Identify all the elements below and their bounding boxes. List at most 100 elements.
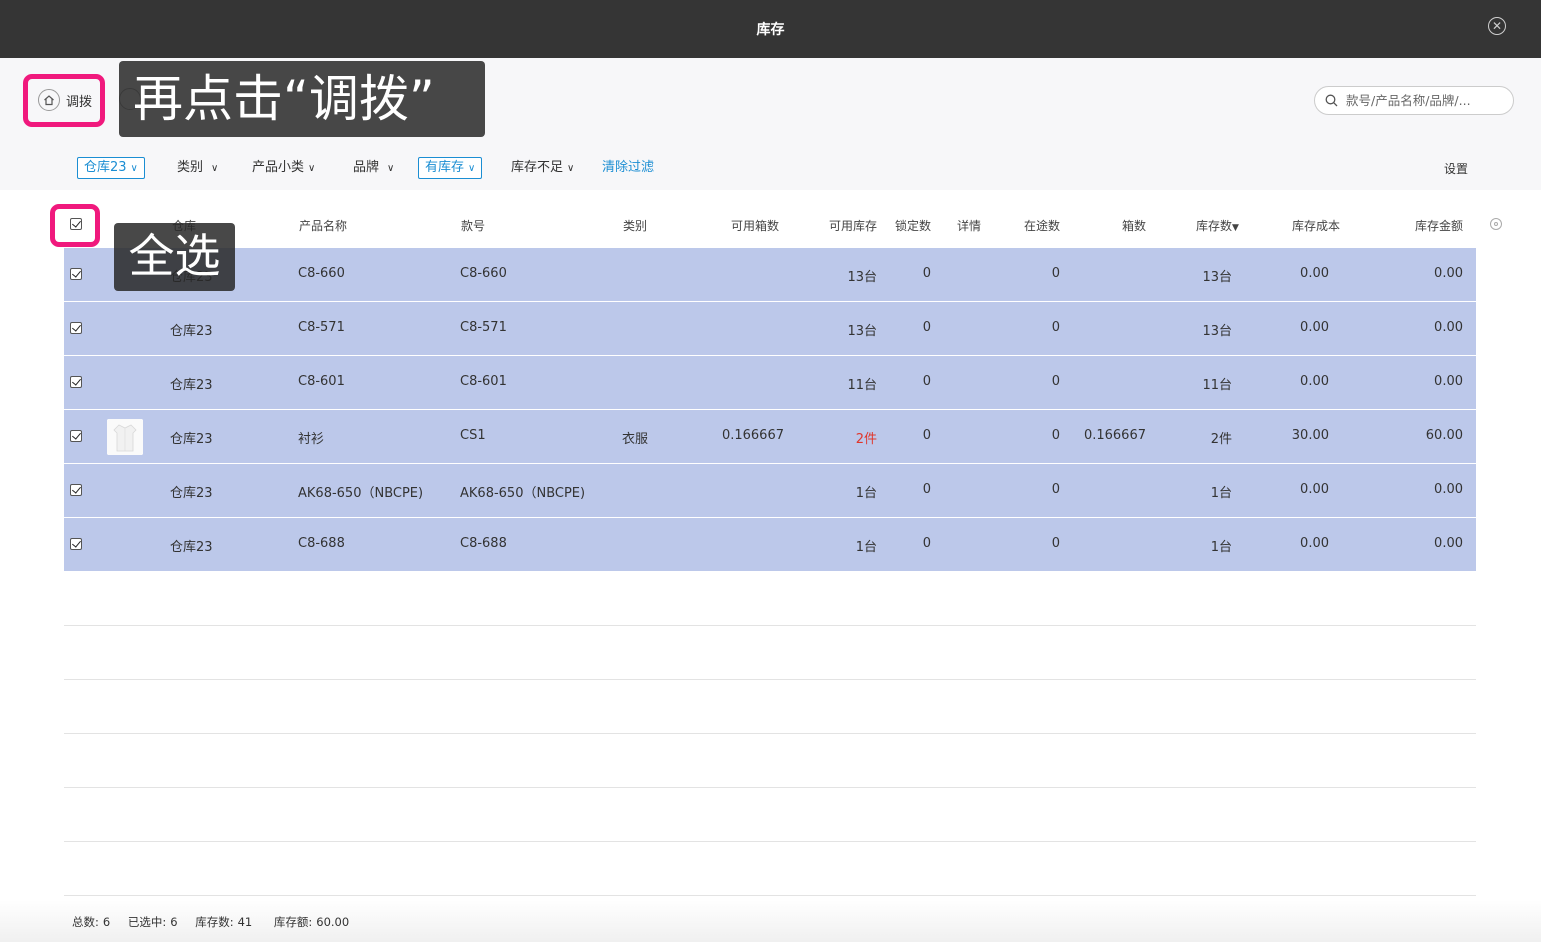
table-row[interactable]: 仓库23 C8-601 C8-601 11台 0 0 11台 0.00 0.00 (64, 356, 1476, 410)
filter-low-stock[interactable]: 库存不足 ∨ (511, 158, 574, 178)
cell-locked: 0 (922, 266, 931, 281)
cell-locked: 0 (922, 536, 931, 551)
empty-row (64, 842, 1476, 896)
close-circle-icon[interactable]: ✕ (1488, 17, 1506, 35)
cell-stock-qty: 13台 (1202, 324, 1232, 339)
chevron-down-icon: ∨ (468, 163, 476, 174)
cell-warehouse: 仓库23 (170, 378, 213, 393)
col-details[interactable]: 详情 (957, 217, 981, 234)
cell-available-stock: 11台 (847, 378, 877, 393)
clear-filters-link[interactable]: 清除过滤 (602, 158, 654, 178)
cell-stock-qty: 1台 (1210, 486, 1232, 501)
cell-sku: C8-601 (460, 374, 507, 389)
table-row[interactable]: 仓库23C8-660C8-66013台0013台0.000.00 (64, 248, 1476, 302)
search-input[interactable] (1344, 92, 1508, 109)
empty-row (64, 680, 1476, 734)
col-boxes[interactable]: 箱数 (1122, 217, 1146, 234)
chevron-down-icon: ∨ (387, 163, 395, 174)
col-category[interactable]: 类别 (623, 217, 647, 234)
selected-value: 6 (170, 915, 178, 929)
filter-category[interactable]: 类别 ∨ (177, 158, 218, 178)
cell-locked: 0 (922, 428, 931, 443)
cell-sku: CS1 (460, 428, 486, 443)
cell-warehouse: 仓库23 (170, 540, 213, 555)
cell-product-name: C8-660 (298, 266, 345, 281)
cell-sku: C8-660 (460, 266, 507, 281)
tooltip-select-all: 全选 (114, 223, 235, 291)
col-product-name[interactable]: 产品名称 (299, 217, 347, 234)
cell-stock-cost: 0.00 (1300, 320, 1329, 335)
highlight-transfer (23, 74, 105, 127)
cell-stock-amount: 0.00 (1434, 374, 1463, 389)
cell-boxes: 0.166667 (1083, 428, 1146, 443)
cell-stock-cost: 0.00 (1300, 536, 1329, 551)
cell-available-stock: 2件 (855, 432, 877, 447)
cell-available-stock: 1台 (855, 540, 877, 555)
cell-product-name: C8-688 (298, 536, 345, 551)
cell-available-stock: 13台 (847, 270, 877, 285)
total-value: 6 (102, 915, 111, 929)
table-row[interactable]: 仓库23 C8-571 C8-571 13台 0 0 13台 0.00 0.00 (64, 302, 1476, 356)
footer-bar: 总数: 6 已选中: 6 库存数: 41 库存额: 60.00 (0, 900, 1541, 942)
row-checkbox[interactable] (70, 538, 82, 550)
table-row[interactable]: 仓库23 衬衫 CS1 衣服 0.166667 2件 0 0 0.166667 2件 30.00 60… (64, 410, 1476, 464)
cell-in-transit: 0 (1051, 374, 1060, 389)
cell-category: 衣服 (622, 432, 649, 447)
stock-label: 库存数: (195, 915, 234, 929)
filter-warehouse-label: 仓库23 (84, 160, 127, 175)
cell-stock-qty: 13台 (1202, 270, 1232, 285)
col-sku[interactable]: 款号 (461, 217, 485, 234)
row-checkbox[interactable] (70, 376, 82, 388)
col-stock-qty-label: 库存数 (1196, 219, 1233, 233)
selected-label: 已选中: (127, 915, 167, 929)
empty-row (64, 572, 1476, 626)
filter-low-stock-label: 库存不足 (511, 160, 564, 175)
cell-stock-qty: 2件 (1210, 432, 1232, 447)
filter-category-label: 类别 (177, 160, 204, 175)
title-bar: 库存 ✕ (0, 0, 1541, 58)
cell-available-stock: 13台 (847, 324, 877, 339)
search-box[interactable] (1314, 86, 1514, 115)
col-in-transit[interactable]: 在途数 (1024, 217, 1060, 234)
filter-in-stock[interactable]: 有库存 ∨ (418, 157, 483, 179)
filter-subcategory-label: 产品小类 (252, 160, 305, 175)
cell-stock-amount: 0.00 (1434, 536, 1463, 551)
sort-desc-icon: ▼ (1232, 223, 1239, 233)
filter-brand[interactable]: 品牌 ∨ (353, 158, 394, 178)
col-available-boxes[interactable]: 可用箱数 (731, 217, 779, 234)
row-checkbox[interactable] (70, 430, 82, 442)
row-checkbox[interactable] (70, 268, 82, 280)
cell-warehouse: 仓库23 (170, 432, 213, 447)
cell-locked: 0 (922, 374, 931, 389)
cell-stock-amount: 60.00 (1425, 428, 1463, 443)
col-stock-qty[interactable]: 库存数▼ (1196, 217, 1239, 234)
row-checkbox[interactable] (70, 484, 82, 496)
tooltip-transfer: 再点击“调拨” (119, 61, 485, 137)
stock-value: 41 (237, 915, 253, 929)
gear-icon[interactable] (1490, 218, 1502, 230)
filter-brand-label: 品牌 (353, 160, 380, 175)
product-thumbnail[interactable] (107, 419, 143, 455)
cell-in-transit: 0 (1051, 536, 1060, 551)
row-checkbox[interactable] (70, 322, 82, 334)
total-label: 总数: (72, 915, 99, 929)
cell-sku: C8-688 (460, 536, 507, 551)
cell-product-name: C8-571 (298, 320, 345, 335)
amount-value: 60.00 (316, 915, 350, 929)
col-stock-amount[interactable]: 库存金额 (1415, 217, 1463, 234)
cell-product-name: 衬衫 (298, 432, 325, 447)
empty-row (64, 788, 1476, 842)
col-stock-cost[interactable]: 库存成本 (1292, 217, 1340, 234)
settings-link[interactable]: 设置 (1444, 160, 1468, 177)
cell-stock-amount: 0.00 (1434, 266, 1463, 281)
filter-subcategory[interactable]: 产品小类 ∨ (252, 158, 315, 178)
table-row[interactable]: 仓库23 C8-688 C8-688 1台 0 0 1台 0.00 0.00 (64, 518, 1476, 572)
filter-warehouse[interactable]: 仓库23 ∨ (77, 157, 145, 179)
cell-warehouse: 仓库23 (170, 324, 213, 339)
cell-in-transit: 0 (1051, 266, 1060, 281)
footer-stats: 总数: 6 已选中: 6 库存数: 41 库存额: 60.00 (72, 914, 353, 930)
cell-stock-cost: 0.00 (1300, 266, 1329, 281)
col-locked[interactable]: 锁定数 (895, 217, 931, 234)
table-row[interactable]: 仓库23 AK68-650（NBCPE) AK68-650（NBCPE) 1台 0 0 1台… (64, 464, 1476, 518)
col-available-stock[interactable]: 可用库存 (829, 217, 877, 234)
